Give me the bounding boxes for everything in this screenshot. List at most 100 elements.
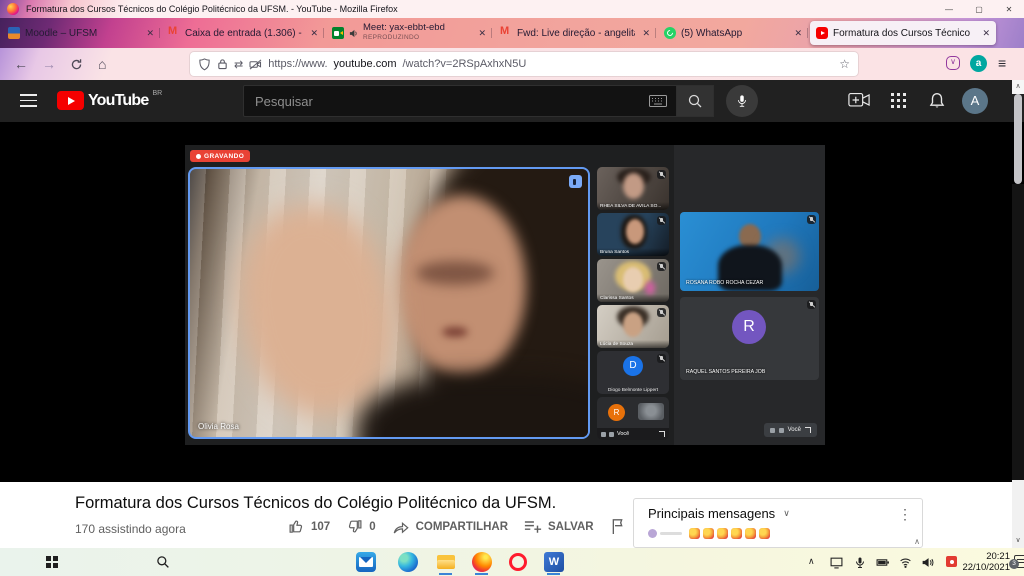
expand-icon (805, 427, 811, 433)
apps-grid-icon[interactable] (891, 93, 894, 96)
tab-close-icon[interactable]: ✕ (982, 28, 990, 39)
guide-hamburger-icon[interactable] (20, 94, 37, 107)
chat-author-text (660, 532, 682, 535)
playlist-add-icon (524, 519, 542, 534)
tray-expand-icon[interactable]: ∧ (808, 556, 815, 567)
volume-icon[interactable] (921, 556, 934, 569)
voice-search-button[interactable] (726, 85, 758, 117)
chat-scroll-up-icon[interactable]: ∧ (914, 537, 920, 546)
tray-microphone-icon[interactable] (854, 556, 866, 569)
firefox-account-avatar[interactable]: a (970, 55, 987, 72)
forward-button[interactable]: → (42, 56, 56, 72)
reload-button[interactable] (70, 58, 83, 71)
meet-screen-capture: GRAVANDO Olivia Rosa RHEA SILVA DE AVILA… (185, 145, 825, 445)
file-explorer-icon[interactable] (436, 552, 456, 572)
ufsm-favicon (8, 27, 20, 39)
battery-icon[interactable] (876, 556, 890, 569)
chat-header: Principais mensagens ∨ ⋮ (634, 499, 922, 525)
tab-close-icon[interactable]: ✕ (642, 28, 650, 39)
bookmark-star-icon[interactable]: ☆ (839, 57, 850, 71)
participant-name: Clarissa Santos (597, 294, 669, 302)
keyboard-icon[interactable] (649, 95, 667, 107)
audio-indicator-icon (569, 175, 582, 188)
tab-whatsapp[interactable]: (5) WhatsApp ✕ (658, 21, 808, 45)
antivirus-tray-icon[interactable] (946, 556, 957, 567)
menu-icon[interactable]: ≡ (998, 55, 1006, 71)
page-scrollbar[interactable]: ∧ ∨ (1012, 80, 1024, 548)
share-arrow-icon (392, 519, 410, 535)
minimize-button[interactable]: — (934, 5, 964, 14)
tab-meet[interactable]: Meet: yax-ebbt-ebd REPRODUZINDO ✕ (326, 21, 492, 45)
home-button[interactable]: ⌂ (98, 56, 106, 72)
tab-gmail-inbox[interactable]: Caixa de entrada (1.306) - ange ✕ (162, 21, 324, 45)
participant-tile: Lúcia de Souza (597, 305, 669, 348)
tab-label: Fwd: Live direção - angelita.sil (517, 28, 635, 39)
back-button[interactable]: ← (14, 56, 28, 72)
close-button[interactable]: ✕ (994, 5, 1024, 14)
search-box[interactable] (243, 85, 677, 117)
video-player[interactable]: GRAVANDO Olivia Rosa RHEA SILVA DE AVILA… (0, 122, 1024, 482)
opera-app-icon[interactable] (509, 553, 527, 571)
chat-filter-label[interactable]: Principais mensagens (648, 506, 775, 521)
create-video-button[interactable] (848, 92, 870, 108)
youtube-favicon (816, 27, 828, 39)
tab-moodle[interactable]: Moodle – UFSM ✕ (2, 21, 160, 45)
main-speaker-tile: Olivia Rosa (188, 167, 590, 439)
account-avatar[interactable]: A (962, 88, 988, 114)
taskbar-search-icon[interactable] (156, 555, 170, 569)
edge-app-icon[interactable] (398, 552, 418, 572)
save-button[interactable]: SALVAR (524, 519, 594, 534)
tab-youtube-active[interactable]: Formatura dos Cursos Técnico ✕ (810, 21, 996, 45)
mic-muted-icon (807, 215, 816, 224)
youtube-logo[interactable]: YouTube BR (57, 91, 162, 110)
lock-icon[interactable] (217, 58, 228, 70)
tab-close-icon[interactable]: ✕ (478, 28, 486, 39)
like-count: 107 (311, 521, 330, 533)
like-button[interactable]: 107 (288, 518, 330, 535)
tab-label: Formatura dos Cursos Técnico (833, 28, 975, 39)
tab-close-icon[interactable]: ✕ (310, 28, 318, 39)
bell-icon (928, 91, 946, 111)
maximize-button[interactable]: ▢ (964, 5, 994, 14)
window-titlebar: Formatura dos Cursos Técnicos do Colégio… (0, 0, 1024, 18)
url-bar[interactable]: ⇄ https://www.youtube.com/watch?v=2RSpAx… (190, 52, 858, 76)
tab-gmail-fwd[interactable]: Fwd: Live direção - angelita.sil ✕ (494, 21, 656, 45)
dislike-button[interactable]: 0 (346, 518, 375, 535)
scrollbar-down-arrow[interactable]: ∨ (1012, 534, 1024, 548)
firefox-app-icon[interactable] (472, 552, 492, 572)
report-button[interactable] (610, 518, 625, 535)
word-app-icon[interactable] (544, 552, 564, 572)
interpreter-tile: ROSANA ROBO ROCHA CEZAR (680, 212, 819, 291)
speaker-name-label: Olivia Rosa (198, 422, 239, 431)
search-button[interactable] (677, 85, 714, 117)
taskbar-clock[interactable]: 20:21 22/10/2021 (958, 551, 1010, 573)
speaker-eyes (416, 261, 494, 285)
action-center-icon[interactable]: 3 (1014, 555, 1024, 568)
cast-display-icon[interactable] (830, 556, 843, 569)
permissions-arrows-icon[interactable]: ⇄ (234, 58, 243, 71)
wifi-icon[interactable] (899, 556, 912, 569)
pocket-icon[interactable]: ∨ (946, 56, 960, 70)
speaker-mouth (442, 327, 468, 337)
self-view-pill: Você (764, 423, 817, 437)
scrollbar-thumb[interactable] (1014, 94, 1022, 184)
scrollbar-up-arrow[interactable]: ∧ (1012, 80, 1024, 94)
mic-muted-icon (657, 308, 666, 317)
mail-app-icon[interactable] (356, 552, 376, 572)
chevron-down-icon[interactable]: ∨ (783, 508, 790, 519)
share-button[interactable]: COMPARTILHAR (392, 519, 508, 535)
scrollbar-track[interactable] (1012, 184, 1024, 480)
cam-off-icon (770, 428, 775, 433)
tab-close-icon[interactable]: ✕ (794, 28, 802, 39)
shield-icon[interactable] (198, 58, 211, 71)
search-input[interactable] (253, 93, 649, 110)
notifications-bell-icon[interactable] (928, 91, 946, 111)
tab-close-icon[interactable]: ✕ (146, 28, 154, 39)
chat-menu-icon[interactable]: ⋮ (898, 508, 912, 520)
autoplay-blocked-icon[interactable] (249, 59, 262, 70)
participant-tile: D Diogo Belmonte Lippert (597, 351, 669, 394)
scrollbar-track[interactable] (1012, 480, 1024, 534)
participant-tile: Clarissa Santos (597, 259, 669, 302)
speaker-icon (349, 29, 358, 38)
start-button[interactable] (46, 556, 51, 561)
